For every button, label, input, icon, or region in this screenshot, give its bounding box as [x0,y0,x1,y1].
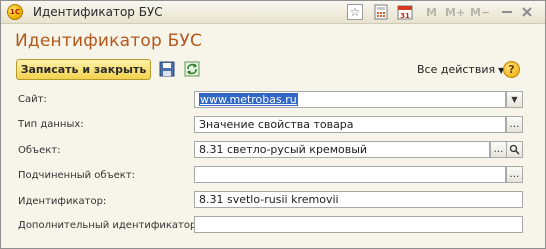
memory-minus-button[interactable]: M− [470,6,490,19]
sub-object-select-button[interactable]: … [506,166,523,183]
ellipsis-icon: … [493,144,504,155]
sub-object-label: Подчиненный объект: [18,170,136,181]
object-field[interactable]: 8.31 светло-русый кремовый [194,141,490,158]
magnifier-icon [509,144,520,155]
save-and-close-button[interactable]: Записать и закрыть [16,59,151,80]
extra-identifier-field[interactable] [194,216,523,233]
help-icon[interactable]: ? [503,61,520,78]
form-window: 1C Идентификатор БУС ☆ 31 M M+ M− Иденти… [0,0,546,249]
memory-plus-button[interactable]: M+ [445,6,465,19]
site-label: Сайт: [18,94,47,105]
memory-button[interactable]: M [426,6,437,19]
window-title: Идентификатор БУС [33,5,163,19]
extra-identifier-label: Дополнительный идентификатор: [18,220,200,231]
minimize-icon[interactable] [500,5,514,19]
data-type-field[interactable]: Значение свойства товара [194,116,506,133]
all-actions-label: Все действия [417,63,496,76]
identifier-field[interactable]: 8.31 svetlo-rusii kremovii [194,191,523,208]
site-value: www.metrobas.ru [199,93,298,106]
sub-object-field[interactable] [194,166,506,183]
favorite-star-icon[interactable]: ☆ [347,4,363,20]
site-dropdown-button[interactable]: ▼ [506,91,523,108]
calculator-icon[interactable] [373,4,389,20]
object-select-button[interactable]: … [490,141,507,158]
svg-text:31: 31 [400,12,410,20]
app-logo-icon[interactable]: 1C [7,4,23,20]
ellipsis-icon: … [509,169,520,180]
all-actions-menu[interactable]: Все действия ▼ [417,63,504,76]
save-icon[interactable] [159,61,175,77]
site-select[interactable]: www.metrobas.ru [194,91,506,108]
identifier-label: Идентификатор: [18,196,107,207]
form-title: Идентификатор БУС [15,31,203,51]
object-label: Объект: [18,145,61,156]
data-type-label: Тип данных: [18,119,84,130]
calendar-icon[interactable]: 31 [397,4,413,20]
close-icon[interactable] [520,5,534,19]
refresh-icon[interactable] [184,61,200,77]
object-open-button[interactable] [506,141,523,158]
chevron-down-icon: ▼ [511,95,518,104]
ellipsis-icon: … [509,119,520,130]
data-type-select-button[interactable]: … [506,116,523,133]
title-bar: 1C Идентификатор БУС ☆ 31 M M+ M− [1,1,545,24]
